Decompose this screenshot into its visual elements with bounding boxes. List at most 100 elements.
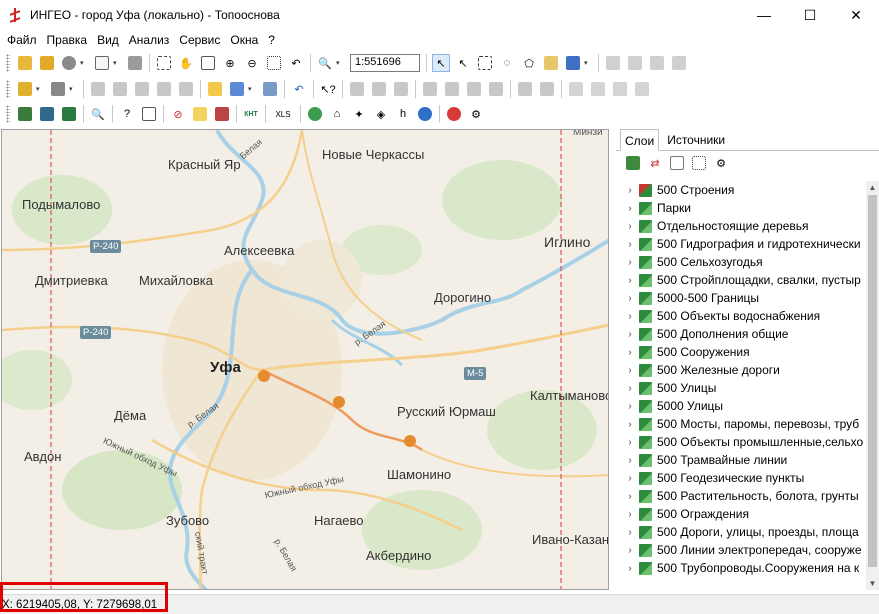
chevron-right-icon[interactable]: › bbox=[624, 455, 636, 466]
chevron-right-icon[interactable]: › bbox=[624, 419, 636, 430]
layer-item[interactable]: › 500 Геодезические пункты bbox=[620, 469, 866, 487]
layer-item[interactable]: › 500 Трамвайные линии bbox=[620, 451, 866, 469]
chevron-right-icon[interactable]: › bbox=[624, 257, 636, 268]
highlight-object-icon[interactable] bbox=[206, 80, 224, 98]
layer-item[interactable]: › 500 Гидрография и гидротехнически bbox=[620, 235, 866, 253]
layer-item[interactable]: › 500 Сельхозугодья bbox=[620, 253, 866, 271]
layer-extent-icon[interactable] bbox=[690, 154, 708, 172]
chevron-right-icon[interactable]: › bbox=[624, 293, 636, 304]
layer-copy-icon[interactable] bbox=[668, 154, 686, 172]
layer-item[interactable]: › 500 Объекты промышленные,сельхо bbox=[620, 433, 866, 451]
layer-item[interactable]: › 500 Трубопроводы.Сооружения на к bbox=[620, 559, 866, 577]
open-folder-icon[interactable] bbox=[16, 54, 34, 72]
tab-sources[interactable]: Источники bbox=[663, 129, 729, 151]
plugin-settings-icon[interactable]: ⚙ bbox=[467, 105, 485, 123]
measure-tool-3-icon[interactable] bbox=[60, 105, 78, 123]
zoom-rect-icon[interactable] bbox=[199, 54, 217, 72]
menu-service[interactable]: Сервис bbox=[174, 33, 225, 47]
select-area-icon[interactable] bbox=[155, 54, 173, 72]
chevron-right-icon[interactable]: › bbox=[624, 563, 636, 574]
pointer-tool-icon[interactable]: ↖ bbox=[432, 54, 450, 72]
measure-tool-2-icon[interactable] bbox=[38, 105, 56, 123]
table-view-icon[interactable] bbox=[228, 80, 246, 98]
info-card-icon[interactable] bbox=[140, 105, 158, 123]
layer-item[interactable]: › 500 Объекты водоснабжения bbox=[620, 307, 866, 325]
xls-export-icon[interactable]: XLS bbox=[271, 105, 295, 123]
layer-item[interactable]: › 500 Мосты, паромы, перевозы, труб bbox=[620, 415, 866, 433]
open-project-icon[interactable] bbox=[38, 54, 56, 72]
layer-move-icon[interactable]: ⇄ bbox=[646, 154, 664, 172]
layer-item[interactable]: › 500 Стройплощадки, свалки, пустыр bbox=[620, 271, 866, 289]
zoom-in-icon[interactable]: ⊕ bbox=[221, 54, 239, 72]
context-help-icon[interactable]: ↖? bbox=[319, 80, 337, 98]
menu-help[interactable]: ? bbox=[263, 33, 280, 47]
chevron-right-icon[interactable]: › bbox=[624, 239, 636, 250]
toolbar-grip[interactable] bbox=[6, 54, 10, 72]
menu-file[interactable]: Файл bbox=[2, 33, 42, 47]
layer-item[interactable]: › 500 Железные дороги bbox=[620, 361, 866, 379]
query-icon[interactable] bbox=[261, 80, 279, 98]
select-pointer-icon[interactable]: ↖ bbox=[454, 54, 472, 72]
chevron-right-icon[interactable]: › bbox=[624, 545, 636, 556]
add-plugin-icon[interactable] bbox=[445, 105, 463, 123]
minimize-button[interactable]: — bbox=[741, 0, 787, 30]
height-icon[interactable]: h bbox=[394, 105, 412, 123]
layer-visibility-icon[interactable] bbox=[624, 154, 642, 172]
new-object-icon[interactable] bbox=[16, 80, 34, 98]
scale-input[interactable]: 1:551696 bbox=[350, 54, 420, 72]
edit-object-icon[interactable] bbox=[49, 80, 67, 98]
layers-stack-icon[interactable] bbox=[60, 54, 78, 72]
scale-settings-icon[interactable]: 🔍 bbox=[316, 54, 334, 72]
scroll-up-icon[interactable]: ▲ bbox=[866, 181, 879, 194]
print-icon[interactable] bbox=[126, 54, 144, 72]
chevron-right-icon[interactable]: › bbox=[624, 401, 636, 412]
layer-item[interactable]: › 5000 Улицы bbox=[620, 397, 866, 415]
poly-select-icon[interactable]: ⬠ bbox=[520, 54, 538, 72]
scroll-thumb[interactable] bbox=[868, 195, 877, 567]
layer-item[interactable]: › 500 Растительность, болота, грунты bbox=[620, 487, 866, 505]
knt-download-icon[interactable]: КНТ bbox=[242, 105, 260, 123]
zoom-out-icon[interactable]: ⊖ bbox=[243, 54, 261, 72]
close-button[interactable]: ✕ bbox=[833, 0, 879, 30]
maximize-button[interactable]: ☐ bbox=[787, 0, 833, 30]
scroll-down-icon[interactable]: ▼ bbox=[866, 577, 879, 590]
layer-item[interactable]: › 500 Дороги, улицы, проезды, площа bbox=[620, 523, 866, 541]
menu-edit[interactable]: Правка bbox=[42, 33, 93, 47]
measure-tool-1-icon[interactable] bbox=[16, 105, 34, 123]
menu-analysis[interactable]: Анализ bbox=[124, 33, 175, 47]
compass-icon[interactable]: ✦ bbox=[350, 105, 368, 123]
print-preview-icon[interactable] bbox=[93, 54, 111, 72]
layer-item[interactable]: › 500 Ограждения bbox=[620, 505, 866, 523]
find-icon[interactable]: 🔍 bbox=[89, 105, 107, 123]
chevron-right-icon[interactable]: › bbox=[624, 347, 636, 358]
chevron-right-icon[interactable]: › bbox=[624, 509, 636, 520]
globe-icon[interactable] bbox=[306, 105, 324, 123]
toolbar-grip[interactable] bbox=[6, 80, 10, 98]
report-icon[interactable] bbox=[191, 105, 209, 123]
layer-item[interactable]: › 500 Дополнения общие bbox=[620, 325, 866, 343]
layer-item[interactable]: › 500 Линии электропередач, сооруже bbox=[620, 541, 866, 559]
chevron-right-icon[interactable]: › bbox=[624, 329, 636, 340]
chevron-right-icon[interactable]: › bbox=[624, 365, 636, 376]
calc-icon[interactable] bbox=[213, 105, 231, 123]
undo-icon[interactable]: ↶ bbox=[290, 80, 308, 98]
layer-item[interactable]: › 5000-500 Границы bbox=[620, 289, 866, 307]
map-view[interactable]: Красный Яр Новые Черкассы Подымалово Игл… bbox=[1, 129, 609, 590]
layer-item[interactable]: › 500 Строения bbox=[620, 181, 866, 199]
layer-settings-icon[interactable]: ⚙ bbox=[712, 154, 730, 172]
menu-windows[interactable]: Окна bbox=[225, 33, 263, 47]
chevron-right-icon[interactable]: › bbox=[624, 185, 636, 196]
select-by-layer-icon[interactable] bbox=[542, 54, 560, 72]
navigate-icon[interactable]: ◈ bbox=[372, 105, 390, 123]
pan-hand-icon[interactable]: ✋ bbox=[177, 54, 195, 72]
tab-layers[interactable]: Слои bbox=[620, 129, 660, 151]
layer-item[interactable]: › 500 Улицы bbox=[620, 379, 866, 397]
layer-item[interactable]: › Парки bbox=[620, 199, 866, 217]
lasso-select-icon[interactable]: ◌ bbox=[498, 54, 516, 72]
chevron-right-icon[interactable]: › bbox=[624, 275, 636, 286]
help-icon[interactable] bbox=[416, 105, 434, 123]
chevron-right-icon[interactable]: › bbox=[624, 473, 636, 484]
query-help-icon[interactable]: ? bbox=[118, 105, 136, 123]
layer-item[interactable]: › 500 Сооружения bbox=[620, 343, 866, 361]
rect-select-icon[interactable] bbox=[476, 54, 494, 72]
